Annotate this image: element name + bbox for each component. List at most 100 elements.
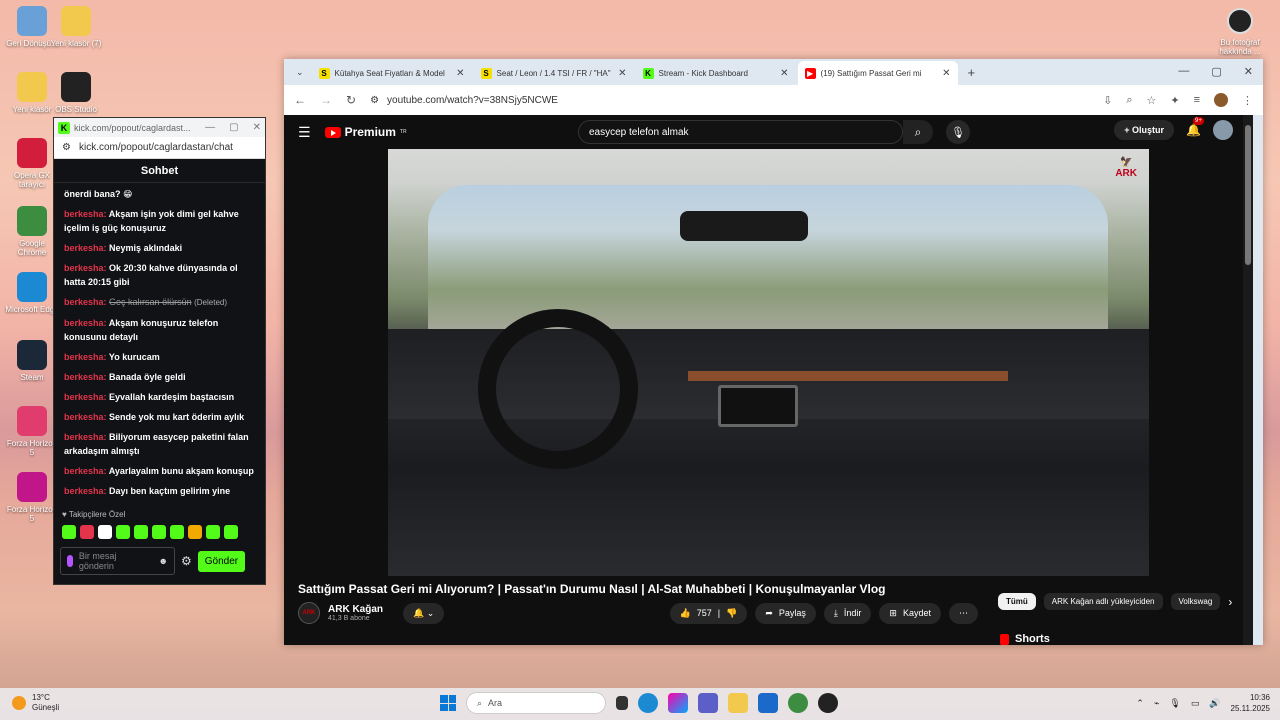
windows-start-icon[interactable] <box>440 695 456 711</box>
download-button[interactable]: ⤓ İndir <box>823 602 872 624</box>
chevron-right-icon[interactable]: › <box>1228 595 1232 609</box>
bookmark-star-icon[interactable]: ☆ <box>1146 94 1156 107</box>
channel-avatar[interactable]: ARK <box>298 602 320 624</box>
thumbs-down-icon[interactable]: 👎 <box>726 608 737 619</box>
tab-close-icon[interactable]: ✕ <box>618 68 626 79</box>
chat-username[interactable]: berkesha: <box>64 263 107 273</box>
back-icon[interactable]: ← <box>294 93 306 107</box>
desktop-icon[interactable]: Forza Horizon 5 <box>4 406 60 457</box>
taskbar-search-input[interactable]: ⌕ Ara <box>466 692 606 714</box>
emote-icon[interactable] <box>116 525 130 539</box>
display-icon[interactable]: ▭ <box>1191 698 1200 709</box>
mic-icon[interactable] <box>67 555 73 567</box>
chat-username[interactable]: berkesha: <box>64 432 107 442</box>
menu-icon[interactable]: ⋮ <box>1242 94 1253 107</box>
maximize-icon[interactable]: ▢ <box>1211 65 1221 78</box>
save-button[interactable]: ⊞ Kaydet <box>879 602 941 624</box>
notifications-bell-icon[interactable]: 🔔 9+ <box>1186 117 1204 137</box>
new-tab-button[interactable]: + <box>960 65 984 80</box>
share-button[interactable]: ➦ Paylaş <box>755 602 816 624</box>
obs-icon[interactable] <box>818 693 838 713</box>
forward-icon[interactable]: → <box>320 93 332 107</box>
emote-icon[interactable] <box>134 525 148 539</box>
file-explorer-icon[interactable] <box>728 693 748 713</box>
chat-username[interactable]: berkesha: <box>64 352 107 362</box>
account-avatar[interactable] <box>1213 120 1233 140</box>
desktop-icon[interactable]: Forza Horizon 5 <box>4 472 60 523</box>
chrome-icon[interactable] <box>788 693 808 713</box>
edge-icon[interactable] <box>638 693 658 713</box>
emote-icon[interactable] <box>98 525 112 539</box>
site-settings-icon[interactable]: ⚙ <box>62 142 71 153</box>
desktop-icon[interactable]: Microsoft Edge <box>4 272 60 314</box>
subscribed-bell-button[interactable]: 🔔 ⌄ <box>403 602 445 624</box>
tab-close-icon[interactable]: ✕ <box>456 68 464 79</box>
emote-icon[interactable] <box>188 525 202 539</box>
voice-search-icon[interactable]: 🎙 <box>946 120 970 144</box>
page-scrollbar[interactable] <box>1243 115 1253 645</box>
search-icon[interactable]: ⌕ <box>903 120 933 144</box>
yt-search-input[interactable]: easycep telefon almak <box>578 120 903 144</box>
create-button[interactable]: + Oluştur <box>1114 120 1175 140</box>
volume-icon[interactable]: 🔊 <box>1209 698 1220 709</box>
chat-username[interactable]: berkesha: <box>64 297 107 307</box>
chat-settings-icon[interactable]: ⚙ <box>181 554 192 568</box>
like-button[interactable]: 👍 757 | 👎 <box>669 602 748 624</box>
chevron-up-icon[interactable]: ⌃ <box>1136 698 1144 709</box>
emote-icon[interactable] <box>206 525 220 539</box>
chat-username[interactable]: berkesha: <box>64 372 107 382</box>
desktop-icon[interactable]: Opera GX tarayıcı <box>4 138 60 189</box>
chat-username[interactable]: berkesha: <box>64 412 107 422</box>
desktop-icon[interactable]: Google Chrome <box>4 206 60 257</box>
task-view-icon[interactable] <box>616 696 628 710</box>
tab-search-icon[interactable]: ⌄ <box>290 67 310 78</box>
weather-widget[interactable]: 13°C Güneşli <box>12 693 59 713</box>
chat-username[interactable]: berkesha: <box>64 243 107 253</box>
chat-message-input[interactable]: Bir mesaj gönderin ☻ <box>60 547 175 575</box>
minimize-icon[interactable]: — <box>205 122 215 133</box>
reload-icon[interactable]: ↻ <box>346 93 356 107</box>
profile-avatar[interactable] <box>1214 93 1228 107</box>
emote-icon[interactable] <box>152 525 166 539</box>
youtube-premium-logo[interactable]: Premium TR <box>324 125 407 139</box>
browser-tab[interactable]: S Seat / Leon / 1.4 TSI / FR / "HA" ✕ <box>474 61 634 85</box>
zoom-icon[interactable]: ⌕ <box>1126 94 1132 107</box>
chat-username[interactable]: berkesha: <box>64 486 107 496</box>
browser-tab[interactable]: S Kütahya Seat Fiyatları & Model ✕ <box>312 61 472 85</box>
chip-all[interactable]: Tümü <box>998 593 1036 610</box>
emote-icon[interactable] <box>170 525 184 539</box>
chip-volkswagen[interactable]: Volkswag <box>1170 593 1221 610</box>
site-info-icon[interactable]: ⚙ <box>370 95 379 106</box>
tab-close-icon[interactable]: ✕ <box>780 68 788 79</box>
close-icon[interactable]: ✕ <box>1244 65 1253 78</box>
clock[interactable]: 10:36 25.11.2025 <box>1231 692 1270 714</box>
emote-icon[interactable] <box>80 525 94 539</box>
minimize-icon[interactable]: — <box>1178 65 1189 78</box>
chat-address-bar[interactable]: ⚙ kick.com/popout/caglardastan/chat <box>54 137 265 159</box>
maximize-icon[interactable]: ▢ <box>229 122 238 133</box>
chat-username[interactable]: berkesha: <box>64 209 107 219</box>
desktop-icon[interactable]: Steam <box>4 340 60 382</box>
more-actions-icon[interactable]: ⋯ <box>949 602 978 624</box>
emote-icon[interactable] <box>62 525 76 539</box>
tab-close-icon[interactable]: ✕ <box>942 68 950 79</box>
send-button[interactable]: Gönder <box>197 550 246 572</box>
browser-tab[interactable]: ▶ (19) Sattığım Passat Geri mi ✕ <box>797 61 958 85</box>
close-icon[interactable]: ✕ <box>253 122 261 133</box>
mic-icon[interactable]: 🎙 <box>1169 698 1180 709</box>
copilot-icon[interactable] <box>668 693 688 713</box>
emoji-icon[interactable]: ☻ <box>159 556 168 566</box>
chat-username[interactable]: berkesha: <box>64 318 107 328</box>
channel-name[interactable]: ARK Kağan <box>328 604 383 615</box>
hamburger-menu-icon[interactable]: ☰ <box>298 124 311 141</box>
desktop-icon[interactable]: OBS Studio <box>48 72 104 114</box>
chip-from-uploader[interactable]: ARK Kağan adlı yükleyiciden <box>1043 593 1163 610</box>
chat-username[interactable]: berkesha: <box>64 392 107 402</box>
scrollbar-thumb[interactable] <box>1245 125 1251 265</box>
browser-tab[interactable]: K Stream - Kick Dashboard ✕ <box>636 61 796 85</box>
address-bar[interactable]: ⚙ youtube.com/watch?v=38NSjy5NCWE <box>370 89 1089 111</box>
install-app-icon[interactable]: ⇩ <box>1103 94 1112 107</box>
chat-username[interactable]: berkesha: <box>64 466 107 476</box>
extensions-icon[interactable]: ✦ <box>1170 94 1179 107</box>
teams-icon[interactable] <box>698 693 718 713</box>
